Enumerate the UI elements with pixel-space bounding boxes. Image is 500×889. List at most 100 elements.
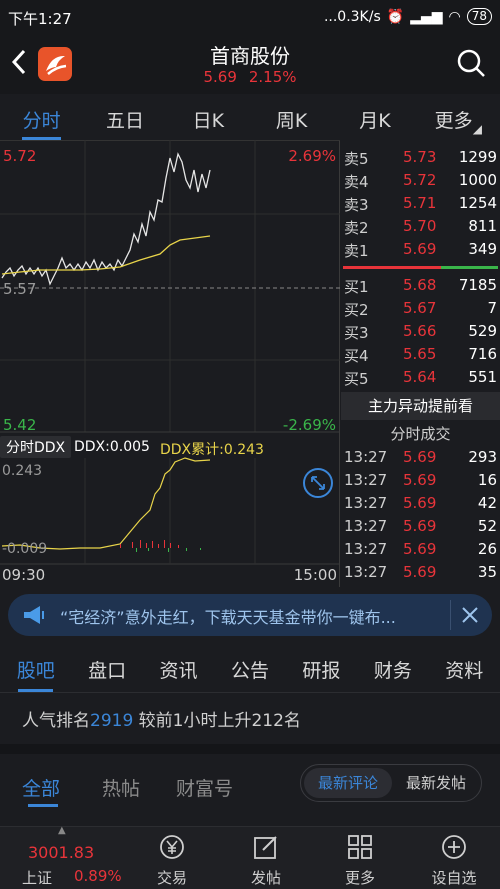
tab-pankou[interactable]: 盘口 [71, 643, 142, 692]
index-ticker[interactable]: ▲ 3001.83 上证 0.89% [0, 825, 130, 889]
tab-research[interactable]: 研报 [286, 643, 357, 692]
tab-weekly-k[interactable]: 周K [250, 96, 333, 140]
chart-low-pct: -2.69% [282, 416, 336, 434]
status-time: 下午1:27 [8, 10, 72, 28]
sell-row: 卖3 5.71 1254 [344, 194, 497, 214]
price-line [1, 152, 211, 286]
time-start: 09:30 [2, 566, 46, 584]
wifi-icon: ◠ [448, 8, 461, 25]
section-divider [0, 744, 500, 754]
indicator-button[interactable]: 分时DDX [0, 436, 72, 458]
sort-latest-post[interactable]: 最新发帖 [393, 768, 479, 798]
chevron-left-icon [11, 49, 26, 75]
ddx-axis-top: 0.243 [2, 463, 43, 479]
tab-daily-k[interactable]: 日K [167, 96, 250, 140]
subtab-fortune[interactable]: 财富号 [176, 774, 233, 801]
buy-row: 买3 5.66 529 [344, 322, 497, 342]
popularity-prefix: 人气排名 [22, 711, 90, 731]
nav-trade-label: 交易 [156, 869, 187, 887]
tab-news[interactable]: 资讯 [143, 643, 214, 692]
nav-more-label: 更多 [344, 869, 375, 887]
megaphone-icon [22, 605, 46, 629]
trade-row: 13:27 5.69 293 [344, 448, 497, 466]
bottom-bar: ▲ 3001.83 上证 0.89% 交易 发帖 更多 设自选 [0, 825, 500, 889]
trades-title: 分时成交 [390, 425, 451, 443]
promo-banner[interactable]: “宅经济”意外走红，下载天天基金带你一键布... [8, 594, 492, 636]
index-change: 0.89% [74, 867, 122, 885]
subtab-all[interactable]: 全部 [22, 774, 60, 801]
nav-post-label: 发帖 [250, 869, 281, 887]
change-percent: 2.15% [248, 68, 297, 86]
chart-ref-price: 5.57 [3, 280, 37, 298]
nav-add-watchlist-label: 设自选 [431, 869, 477, 887]
tab-more-label: 更多 [434, 110, 473, 132]
banner-text: “宅经济”意外走红，下载天天基金带你一键布... [60, 608, 396, 627]
subtab-hot[interactable]: 热帖 [102, 774, 140, 801]
tab-intraday[interactable]: 分时 [0, 96, 83, 140]
buy-row: 买2 5.67 7 [344, 299, 497, 319]
main-force-button[interactable]: 主力异动提前看 [341, 392, 500, 420]
trade-row: 13:27 5.69 35 [344, 563, 497, 581]
popularity-number: 2919 [90, 711, 134, 731]
battery-icon: 78 [466, 8, 492, 25]
alarm-icon: ⏰ [386, 8, 405, 25]
edit-icon [252, 833, 280, 861]
add-circle-icon [440, 833, 468, 861]
intraday-chart[interactable]: 5.72 2.69% 5.57 5.42 -2.69% 分时DDX DDX:0.… [0, 140, 340, 587]
banner-divider [450, 600, 451, 630]
sort-toggle: 最新评论 最新发帖 [300, 764, 482, 802]
tab-guba[interactable]: 股吧 [0, 643, 71, 692]
status-bar: 下午1:27 ...0.3K/s ⏰ ▂▄▆ ◠ 78 [0, 0, 500, 32]
network-speed: ...0.3K/s [323, 8, 381, 25]
nav-more[interactable]: 更多 [324, 827, 396, 889]
ddx-axis-bottom: -0.009 [2, 541, 48, 557]
popularity-suffix: 较前1小时上升212名 [133, 711, 301, 731]
buy-sell-ratio-red [343, 266, 441, 269]
chart-low-price: 5.42 [3, 416, 37, 434]
average-line [1, 235, 211, 275]
trade-row: 13:27 5.69 42 [344, 494, 497, 512]
buy-sell-ratio-green [441, 266, 498, 269]
tab-announcements[interactable]: 公告 [214, 643, 285, 692]
subtab-indicator [28, 804, 58, 807]
nav-post[interactable]: 发帖 [230, 827, 302, 889]
index-name: 上证 [22, 869, 53, 887]
current-price: 5.69 [203, 68, 237, 86]
tab-finance[interactable]: 财务 [357, 643, 428, 692]
corner-arrow-icon: ◢ [472, 122, 482, 136]
info-tabs: 股吧 盘口 资讯 公告 研报 财务 资料 [0, 643, 500, 693]
tab-five-day[interactable]: 五日 [83, 96, 166, 140]
sell-row: 卖2 5.70 811 [344, 217, 497, 237]
trade-row: 13:27 5.69 16 [344, 471, 497, 489]
page-title: 首商股份 [210, 44, 290, 68]
sell-row: 卖5 5.73 1299 [344, 148, 497, 168]
ddx-value: DDX:0.005 [74, 439, 150, 455]
nav-add-watchlist[interactable]: 设自选 [418, 827, 490, 889]
back-button[interactable] [10, 48, 28, 83]
chart-high-pct: 2.69% [288, 147, 336, 165]
grid-icon [346, 833, 374, 861]
caret-up-icon: ▲ [58, 825, 66, 836]
tab-profile[interactable]: 资料 [429, 643, 500, 692]
yuan-icon [158, 833, 186, 861]
order-book: 卖5 5.73 1299 卖4 5.72 1000 卖3 5.71 1254 卖2 5.70 8… [341, 140, 500, 587]
sell-row: 卖1 5.69 349 [344, 240, 497, 260]
search-icon[interactable] [456, 48, 486, 82]
buy-row: 买4 5.65 716 [344, 345, 497, 365]
trade-row: 13:27 5.69 52 [344, 517, 497, 535]
buy-row: 买1 5.68 7185 [344, 276, 497, 296]
ddx-cumulative: DDX累计:0.243 [160, 442, 264, 458]
price-summary: 5.69 2.15% [0, 68, 500, 86]
expand-icon[interactable] [303, 468, 333, 498]
chart-tabs: 分时 五日 日K 周K 月K 更多◢ [0, 96, 500, 140]
tab-monthly-k[interactable]: 月K [333, 96, 416, 140]
status-indicators: ...0.3K/s ⏰ ▂▄▆ ◠ 78 [324, 8, 492, 25]
sort-latest-comment[interactable]: 最新评论 [304, 768, 392, 798]
trade-row: 13:27 5.69 26 [344, 540, 497, 558]
nav-trade[interactable]: 交易 [136, 827, 208, 889]
close-icon[interactable] [460, 605, 480, 629]
tab-more[interactable]: 更多◢ [417, 96, 500, 140]
header: 首商股份 5.69 2.15% [0, 32, 500, 94]
sell-row: 卖4 5.72 1000 [344, 171, 497, 191]
popularity-rank[interactable]: 人气排名2919 较前1小时上升212名 [22, 706, 301, 731]
